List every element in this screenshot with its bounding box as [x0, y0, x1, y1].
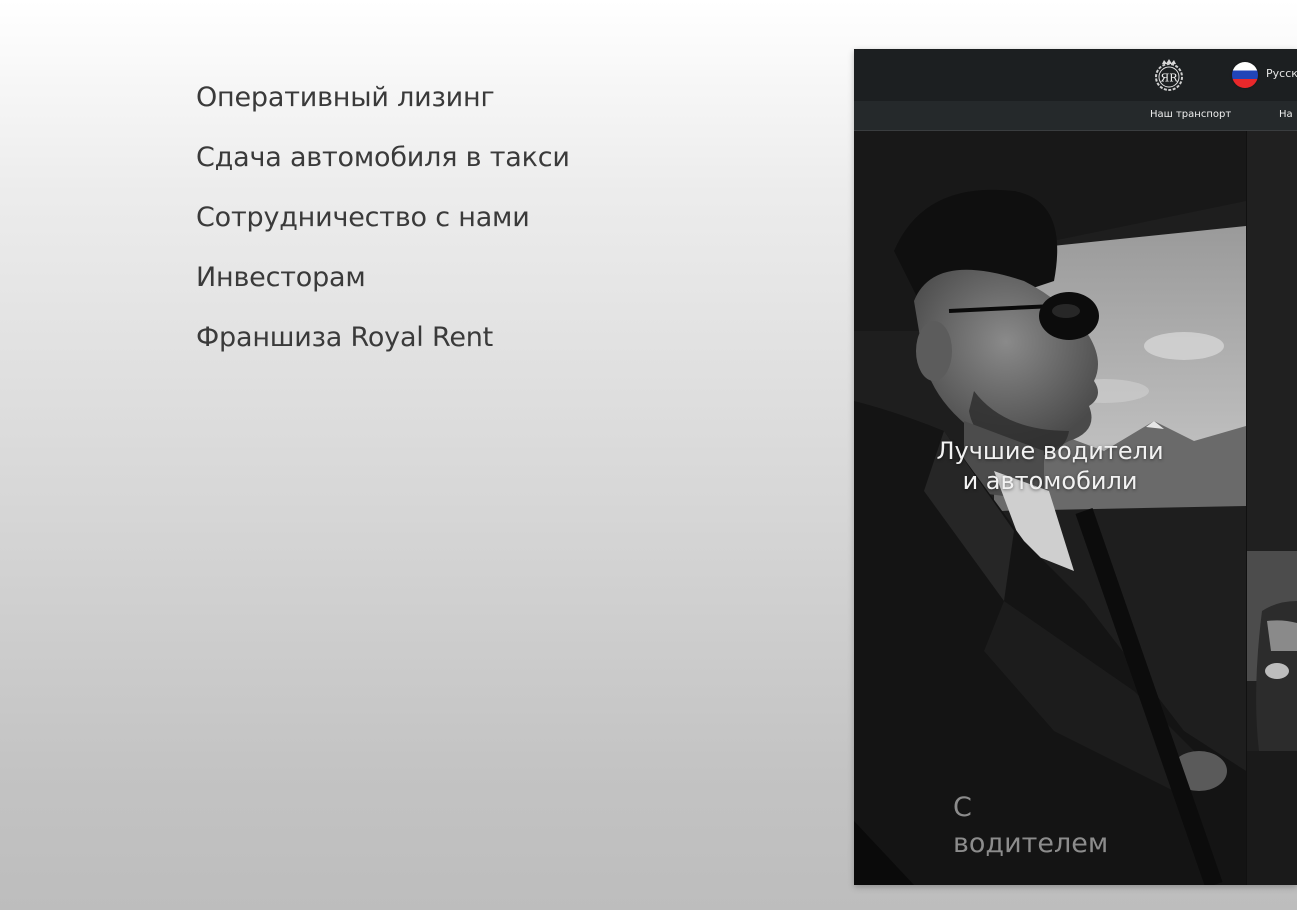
menu-item-taxi-rental[interactable]: Сдача автомобиля в такси — [196, 138, 570, 198]
russia-flag-icon[interactable] — [1232, 62, 1258, 88]
language-selector[interactable]: Русск — [1266, 67, 1297, 80]
nav-link-cut[interactable]: На — [1279, 109, 1293, 120]
crest-logo-icon[interactable]: ЯR — [1147, 57, 1191, 93]
caption-line-2: водителем — [953, 828, 1109, 859]
menu-item-cooperation[interactable]: Сотрудничество с нами — [196, 198, 570, 258]
menu-item-investors[interactable]: Инвесторам — [196, 258, 570, 318]
menu-item-operative-leasing[interactable]: Оперативный лизинг — [196, 78, 570, 138]
car-photo — [1247, 131, 1297, 885]
side-menu: Оперативный лизинг Сдача автомобиля в та… — [196, 78, 570, 378]
nav-our-transport[interactable]: Наш транспорт — [1150, 109, 1231, 120]
headline-line-2: и автомобили — [962, 467, 1138, 495]
menu-item-franchise[interactable]: Франшиза Royal Rent — [196, 318, 570, 378]
logo-text: ЯR — [1160, 72, 1178, 85]
caption-line-1: С — [953, 792, 972, 823]
headline-line-1: Лучшие водители — [936, 437, 1164, 465]
driver-photo — [854, 131, 1246, 885]
preview-nav-bar: Наш транспорт На — [854, 101, 1297, 131]
preview-top-bar: ЯR Русск — [854, 49, 1297, 101]
panel-caption: С водителем — [953, 790, 1108, 862]
driver-panel[interactable]: Лучшие водители и автомобили С водителем — [854, 131, 1246, 885]
car-panel[interactable] — [1247, 131, 1297, 885]
website-preview: ЯR Русск Наш транспорт На Лучшие водител… — [854, 49, 1297, 885]
hero-headline: Лучшие водители и автомобили — [854, 436, 1246, 496]
